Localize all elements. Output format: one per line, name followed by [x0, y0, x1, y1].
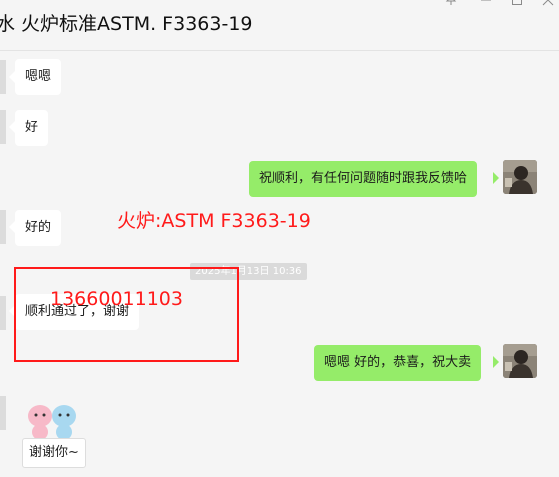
close-icon[interactable]: [539, 0, 557, 12]
contact-avatar[interactable]: [0, 296, 6, 330]
message-bubble-incoming[interactable]: 好: [15, 110, 49, 146]
sticker-caption: 谢谢你~: [22, 438, 86, 468]
contact-avatar[interactable]: [0, 210, 6, 244]
chat-title: 水 火炉标准ASTM. F3363-19: [0, 13, 253, 35]
bubble-tail: [493, 356, 499, 368]
title-divider: [0, 50, 559, 51]
contact-avatar[interactable]: [0, 110, 6, 144]
sticker-message[interactable]: 谢谢你~: [22, 398, 86, 470]
contact-avatar[interactable]: [0, 396, 6, 430]
message-bubble-outgoing[interactable]: 祝顺利，有任何问题随时跟我反馈哈: [249, 161, 478, 197]
contact-avatar[interactable]: [0, 60, 6, 94]
pin-icon[interactable]: [442, 0, 460, 12]
title-bar: 水 火炉标准ASTM. F3363-19: [0, 0, 559, 40]
chat-window: 水 火炉标准ASTM. F3363-19 嗯嗯 好 祝顺利，有任何问题随时跟我反…: [0, 0, 559, 477]
message-bubble-outgoing[interactable]: 嗯嗯 好的，恭喜，祝大卖: [314, 345, 482, 381]
message-bubble-incoming[interactable]: 好的: [15, 210, 62, 246]
message-bubble-incoming[interactable]: 嗯嗯: [15, 59, 62, 95]
maximize-icon[interactable]: [508, 0, 526, 12]
annotation-box: [14, 267, 239, 362]
minimize-icon[interactable]: [477, 0, 495, 12]
annotation-product: 火炉:ASTM F3363-19: [117, 210, 311, 232]
two-cartoon-figures-sticker: [28, 405, 76, 440]
annotation-phone: 13660011103: [50, 288, 183, 310]
my-avatar[interactable]: [503, 344, 537, 378]
bubble-tail: [493, 172, 499, 184]
my-avatar[interactable]: [503, 160, 537, 194]
